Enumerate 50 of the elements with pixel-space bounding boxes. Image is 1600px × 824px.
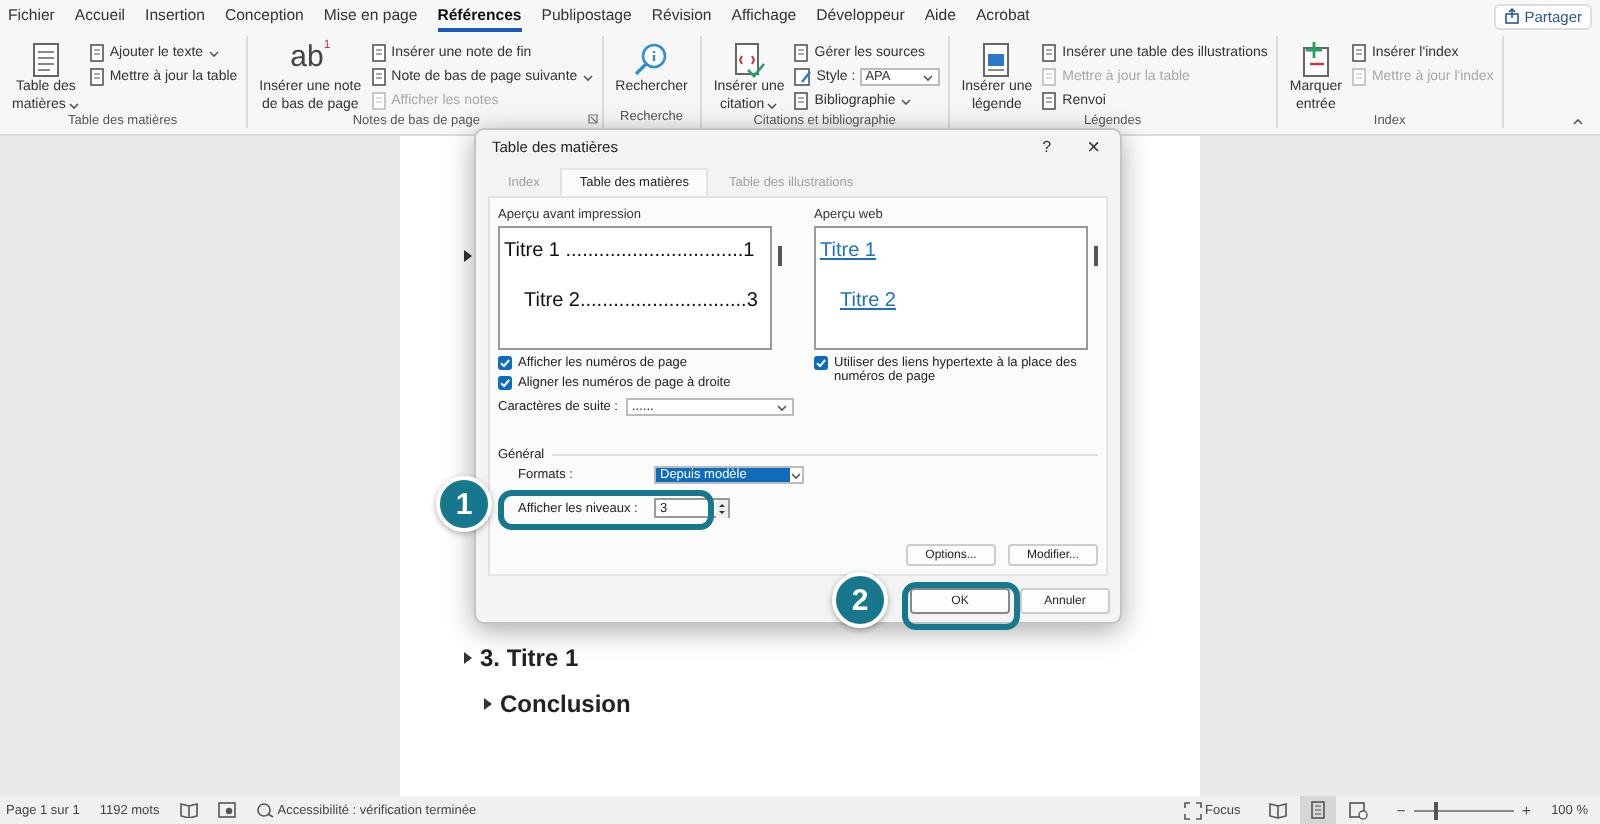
slider-thumb[interactable] bbox=[1433, 801, 1438, 819]
book-icon[interactable] bbox=[179, 802, 198, 818]
page-icon bbox=[371, 68, 388, 86]
page-icon bbox=[1042, 68, 1059, 86]
help-button[interactable]: ? bbox=[1038, 138, 1056, 156]
checkbox[interactable] bbox=[814, 356, 828, 370]
highlight-ring bbox=[902, 582, 1020, 630]
page-icon bbox=[89, 68, 106, 86]
launcher-icon[interactable] bbox=[587, 114, 598, 124]
heading-text: Conclusion bbox=[500, 690, 631, 718]
style-icon bbox=[794, 68, 813, 86]
preview-link[interactable]: Titre 2 bbox=[840, 290, 896, 314]
accessibility-icon[interactable] bbox=[255, 802, 274, 818]
page-icon bbox=[1351, 44, 1368, 62]
heading-text: 3. Titre 1 bbox=[480, 644, 579, 672]
preview-entry: Titre 2..............................3 bbox=[522, 290, 760, 314]
page-icon bbox=[1042, 44, 1059, 62]
collapse-arrow-icon[interactable] bbox=[464, 652, 472, 664]
page-icon bbox=[89, 44, 106, 62]
page-icon bbox=[1351, 68, 1368, 86]
document-icon bbox=[729, 41, 770, 77]
share-icon bbox=[1504, 8, 1521, 24]
close-button[interactable]: × bbox=[1083, 135, 1104, 159]
web-page-icon bbox=[1348, 800, 1369, 820]
page-icon bbox=[794, 44, 811, 62]
page-icon bbox=[371, 44, 388, 62]
caret-icon bbox=[790, 471, 802, 479]
collapse-arrow-icon[interactable] bbox=[464, 250, 472, 262]
search-icon bbox=[631, 41, 672, 77]
scrollbar[interactable] bbox=[1094, 246, 1098, 266]
collapse-icon[interactable] bbox=[1572, 118, 1584, 126]
zoom-out-button[interactable]: − bbox=[1396, 801, 1406, 819]
footnote-icon: ab$^{1}$ bbox=[290, 40, 331, 78]
zoom-in-button[interactable]: + bbox=[1521, 801, 1532, 819]
page-icon bbox=[1042, 92, 1059, 110]
collapse-arrow-icon[interactable] bbox=[484, 698, 492, 710]
focus-icon[interactable] bbox=[1183, 801, 1202, 819]
macro-icon[interactable] bbox=[217, 802, 236, 818]
book-icon bbox=[1268, 800, 1289, 820]
caret-icon bbox=[775, 403, 788, 411]
page-icon bbox=[794, 92, 811, 110]
preview-entry: Titre 1 ................................1 bbox=[504, 240, 757, 264]
checkbox[interactable] bbox=[498, 356, 512, 370]
caret-icon bbox=[921, 73, 934, 81]
preview-link[interactable]: Titre 1 bbox=[820, 240, 876, 264]
scrollbar[interactable] bbox=[778, 246, 782, 266]
checkbox[interactable] bbox=[498, 376, 512, 390]
page-icon bbox=[1308, 800, 1329, 820]
page-icon bbox=[371, 92, 388, 110]
view-button[interactable] bbox=[1300, 796, 1337, 824]
